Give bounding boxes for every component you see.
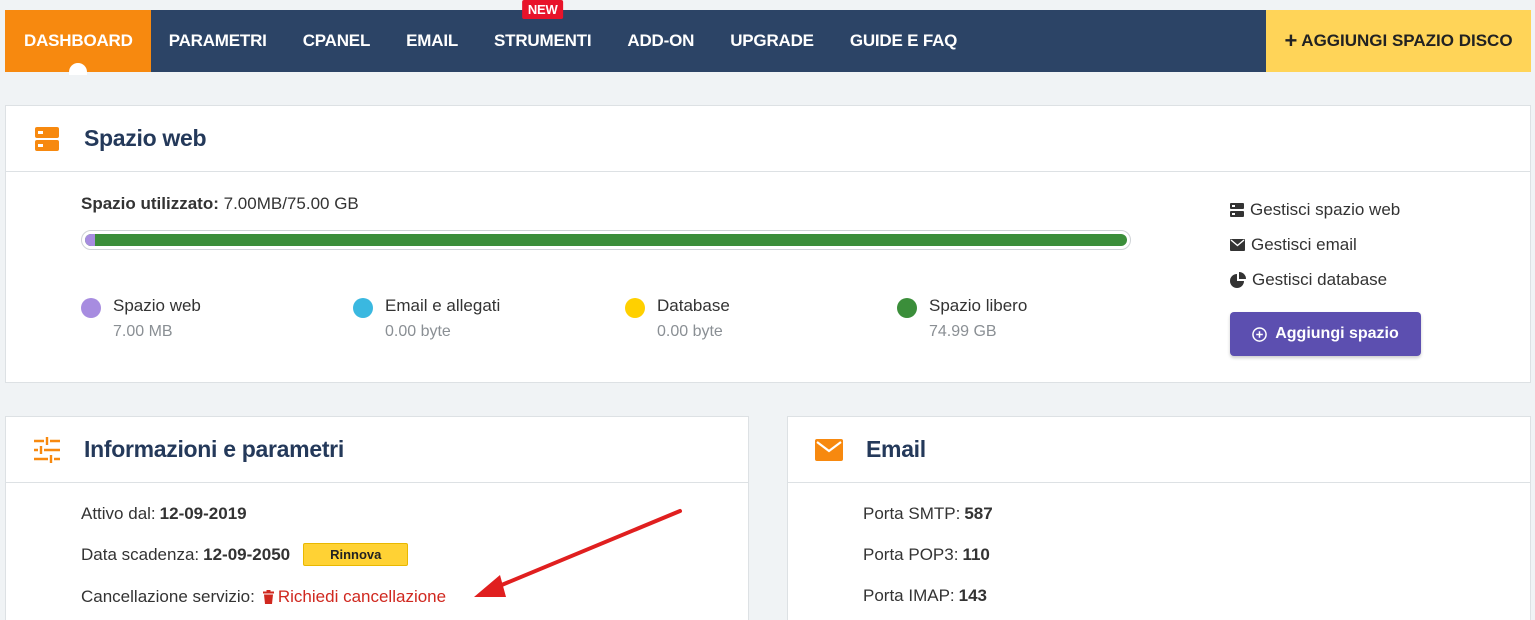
legend-title: Spazio web [113, 296, 201, 315]
imap-port-value: 143 [958, 586, 988, 605]
nav-guide-faq[interactable]: GUIDE E FAQ [832, 10, 975, 72]
pop3-port-row: Porta POP3: 110 [863, 545, 990, 565]
manage-links: Gestisci spazio web Gestisci email Gesti… [1230, 192, 1400, 297]
sliders-icon [32, 435, 62, 465]
request-cancellation-link[interactable]: Richiedi cancellazione [262, 587, 447, 607]
card-header: Spazio web [6, 106, 1530, 172]
nav-label: ADD-ON [627, 31, 695, 50]
legend-email: Email e allegati 0.00 byte [353, 296, 500, 341]
legend-title: Database [657, 296, 730, 315]
trash-icon [262, 590, 274, 604]
nav-label: STRUMENTI [494, 31, 592, 50]
nav-parametri[interactable]: PARAMETRI [151, 10, 285, 72]
pop3-port-label: Porta POP3: [863, 545, 959, 564]
smtp-port-row: Porta SMTP: 587 [863, 504, 993, 524]
manage-email-link[interactable]: Gestisci email [1230, 227, 1400, 262]
card-title: Email [866, 436, 926, 462]
plus-icon: + [1284, 28, 1298, 53]
nav-label: UPGRADE [730, 31, 814, 50]
legend-dot [353, 298, 373, 318]
used-space-label: Spazio utilizzato: [81, 194, 219, 213]
smtp-port-value: 587 [964, 504, 993, 523]
usage-progress-bar [81, 230, 1131, 250]
legend-value: 74.99 GB [929, 323, 997, 340]
free-space-fill [85, 234, 1127, 246]
legend-dot [625, 298, 645, 318]
expiry-row: Data scadenza: 12-09-2050 Rinnova [81, 543, 409, 566]
imap-port-label: Porta IMAP: [863, 586, 955, 605]
legend-dot [81, 298, 101, 318]
expiry-value: 12-09-2050 [203, 544, 291, 564]
link-label: Gestisci spazio web [1250, 199, 1401, 219]
email-card: Email Porta SMTP: 587 Porta POP3: 110 Po… [787, 416, 1531, 620]
legend-free-space: Spazio libero 74.99 GB [897, 296, 1027, 341]
annotation-arrow [474, 509, 682, 597]
card-header: Informazioni e parametri [6, 417, 748, 483]
top-navigation: DASHBOARD PARAMETRI CPANEL EMAIL NEW STR… [5, 0, 1531, 75]
nav-label: DASHBOARD [24, 31, 133, 50]
nav-strumenti[interactable]: NEW STRUMENTI [476, 0, 609, 72]
link-label: Gestisci database [1252, 269, 1388, 289]
legend-title: Email e allegati [385, 296, 501, 315]
active-since-value: 12-09-2019 [159, 504, 247, 523]
web-space-card: Spazio web Spazio utilizzato: 7.00MB/75.… [5, 105, 1531, 383]
envelope-icon [1230, 238, 1245, 251]
cancellation-link-label: Richiedi cancellazione [277, 587, 447, 606]
cta-label: AGGIUNGI SPAZIO DISCO [1301, 31, 1513, 50]
nav-label: CPANEL [302, 31, 371, 50]
active-since-row: Attivo dal: 12-09-2019 [81, 504, 247, 524]
nav-upgrade[interactable]: UPGRADE [712, 10, 832, 72]
nav-label: PARAMETRI [168, 31, 267, 50]
server-icon [1230, 202, 1244, 217]
nav-email[interactable]: EMAIL [388, 10, 476, 72]
active-indicator [68, 63, 87, 75]
server-icon [32, 124, 62, 154]
nav-label: EMAIL [406, 31, 459, 50]
legend-value: 7.00 MB [113, 323, 173, 340]
new-badge: NEW [521, 0, 564, 19]
legend-value: 0.00 byte [657, 323, 723, 340]
active-since-label: Attivo dal: [81, 504, 156, 523]
add-space-label: Aggiungi spazio [1275, 325, 1399, 342]
card-title: Informazioni e parametri [84, 436, 344, 462]
envelope-icon [814, 435, 844, 465]
nav-label: GUIDE E FAQ [849, 31, 958, 50]
legend-web-space: Spazio web 7.00 MB [81, 296, 201, 341]
imap-port-row: Porta IMAP: 143 [863, 586, 987, 606]
pop3-port-value: 110 [962, 545, 990, 564]
cancellation-label: Cancellazione servizio: [81, 587, 255, 606]
used-space-value: 7.00MB/75.00 GB [223, 194, 359, 213]
legend-dot [897, 298, 917, 318]
web-space-fill [85, 234, 95, 246]
manage-web-space-link[interactable]: Gestisci spazio web [1230, 192, 1400, 227]
plus-circle-icon [1252, 326, 1268, 342]
pie-chart-icon [1230, 271, 1246, 288]
link-label: Gestisci email [1251, 234, 1357, 254]
legend-title: Spazio libero [929, 296, 1028, 315]
add-space-button[interactable]: Aggiungi spazio [1230, 312, 1421, 356]
cancellation-row: Cancellazione servizio: Richiedi cancell… [81, 587, 446, 607]
manage-database-link[interactable]: Gestisci database [1230, 262, 1400, 297]
legend-database: Database 0.00 byte [625, 296, 730, 341]
renew-button[interactable]: Rinnova [303, 543, 409, 566]
used-space-line: Spazio utilizzato: 7.00MB/75.00 GB [81, 194, 359, 214]
expiry-label: Data scadenza: [81, 544, 200, 564]
nav-add-on[interactable]: ADD-ON [609, 10, 712, 72]
legend-value: 0.00 byte [385, 323, 451, 340]
smtp-port-label: Porta SMTP: [863, 504, 961, 523]
add-disk-space-button[interactable]: + AGGIUNGI SPAZIO DISCO [1266, 10, 1531, 72]
nav-cpanel[interactable]: CPANEL [285, 10, 388, 72]
card-header: Email [788, 417, 1530, 483]
card-title: Spazio web [84, 125, 207, 151]
nav-dashboard[interactable]: DASHBOARD [5, 10, 151, 75]
